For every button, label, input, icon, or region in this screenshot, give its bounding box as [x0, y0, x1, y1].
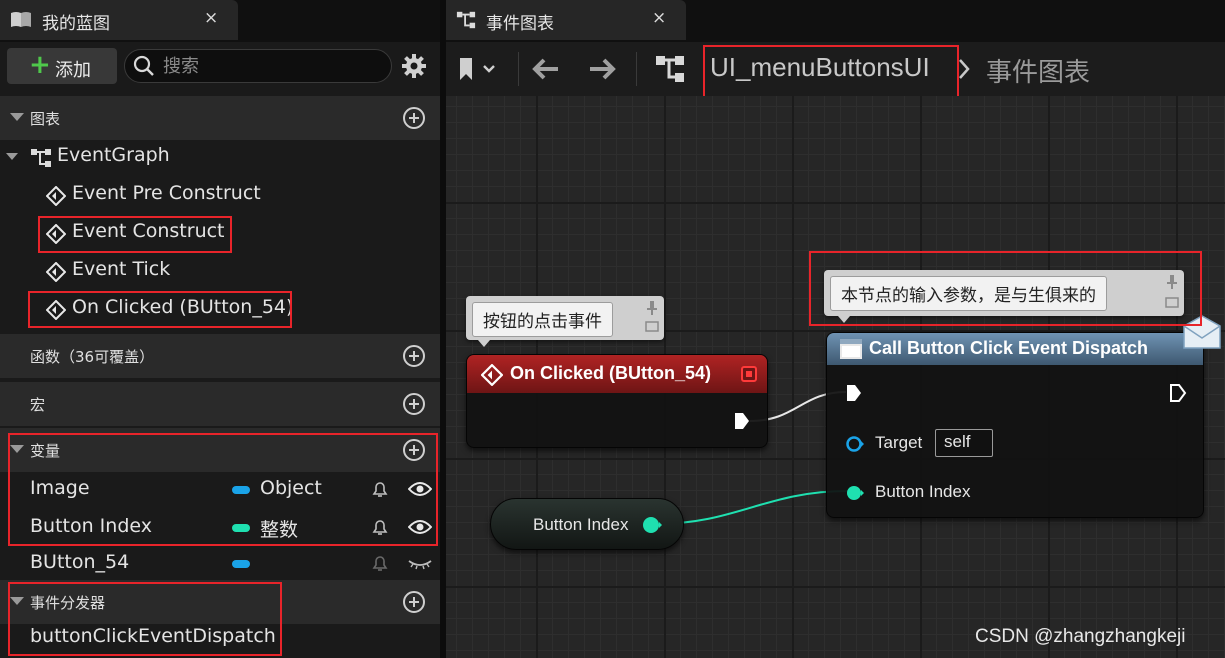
event-diamond-icon — [46, 186, 66, 206]
eye-icon[interactable] — [408, 518, 432, 536]
section-title: 函数（36可覆盖） — [30, 348, 155, 366]
left-tab-bar: 我的蓝图 × — [0, 0, 440, 42]
blueprint-toolbar: + 添加 — [0, 42, 440, 90]
tree-item-event[interactable]: Event Construct — [0, 214, 440, 252]
my-blueprint-panel: 我的蓝图 × + 添加 搜索 图表 EventGraph Event Pre C… — [0, 0, 440, 658]
close-icon[interactable]: × — [204, 8, 218, 28]
object-pin-icon[interactable] — [845, 435, 865, 453]
target-pin-label: Target — [875, 433, 923, 452]
watermark: CSDN @zhangzhangkeji — [975, 626, 1186, 647]
exec-out-pin-icon[interactable] — [733, 411, 751, 431]
comment-bubble[interactable]: 本节点的输入参数，是与生俱来的 — [824, 270, 1184, 323]
add-macro-icon[interactable] — [402, 392, 426, 416]
event-node-on-clicked[interactable]: On Clicked (BUtton_54) — [466, 354, 768, 448]
node-title: On Clicked (BUtton_54) — [510, 363, 712, 383]
tree-item-event[interactable]: Event Pre Construct — [0, 176, 440, 214]
add-button[interactable]: + 添加 — [7, 48, 117, 84]
section-title: 事件分发器 — [30, 594, 106, 612]
comment-tail — [478, 340, 490, 347]
dispatcher-row[interactable]: buttonClickEventDispatch — [0, 618, 440, 656]
collapse-arrow-icon[interactable] — [10, 113, 24, 121]
getter-label: Button Index — [533, 515, 629, 534]
tree-item-event[interactable]: On Clicked (BUtton_54) — [0, 290, 440, 328]
comment-text: 按钮的点击事件 — [472, 302, 613, 337]
section-macros[interactable]: 宏 — [0, 382, 440, 426]
variable-row[interactable]: BUtton_54 — [0, 544, 440, 582]
section-title: 变量 — [30, 442, 61, 460]
variable-getter-node[interactable]: Button Index — [490, 498, 684, 550]
plus-icon: + — [29, 50, 51, 80]
delegate-pin-icon[interactable] — [741, 366, 757, 382]
type-pill-icon — [232, 560, 250, 568]
tree-item-label: Event Construct — [72, 220, 225, 242]
type-pill-icon — [232, 524, 250, 532]
exec-out-pin-icon[interactable] — [1169, 383, 1187, 403]
event-diamond-icon — [46, 262, 66, 282]
comment-resize-icon[interactable] — [1164, 294, 1180, 310]
eye-icon[interactable] — [408, 480, 432, 498]
comment-resize-icon[interactable] — [644, 318, 660, 334]
bell-icon[interactable] — [370, 553, 390, 573]
tree-item-label: Event Tick — [72, 258, 171, 280]
section-graphs[interactable]: 图表 — [0, 96, 440, 140]
target-value: self — [944, 432, 971, 451]
target-value-field[interactable]: self — [935, 429, 993, 457]
dispatcher-name: buttonClickEventDispatch — [30, 625, 276, 647]
collapse-arrow-icon[interactable] — [10, 597, 24, 605]
comment-tail — [838, 316, 850, 323]
add-variable-icon[interactable] — [402, 438, 426, 462]
add-button-label: 添加 — [55, 60, 91, 81]
search-input[interactable] — [163, 53, 373, 79]
expand-arrow-icon[interactable] — [6, 153, 18, 160]
search-icon — [133, 55, 154, 76]
call-dispatcher-node[interactable]: Call Button Click Event Dispatch Target … — [826, 332, 1204, 518]
variable-row[interactable]: Image Object — [0, 470, 440, 508]
section-title: 图表 — [30, 110, 61, 128]
gear-icon[interactable] — [400, 52, 428, 80]
variable-type: Object — [260, 477, 322, 499]
event-diamond-icon — [481, 364, 503, 386]
section-title: 宏 — [30, 396, 46, 414]
section-variables[interactable]: 变量 — [0, 428, 440, 472]
tree-item-label: Event Pre Construct — [72, 182, 261, 204]
event-graph-editor: 事件图表 × UI_menuButtonsUI 事件图表 按钮的点击事件 本节点… — [446, 0, 1225, 658]
variable-name: Button Index — [30, 515, 152, 537]
collapse-arrow-icon[interactable] — [10, 445, 24, 453]
tab-my-blueprint[interactable]: 我的蓝图 × — [0, 0, 238, 40]
add-function-icon[interactable] — [402, 344, 426, 368]
variable-name: Image — [30, 477, 90, 499]
eye-closed-icon[interactable] — [408, 554, 432, 572]
tree-item-label: EventGraph — [57, 144, 170, 166]
event-diamond-icon — [46, 300, 66, 320]
exec-in-pin-icon[interactable] — [845, 383, 863, 403]
variable-type: 整数 — [260, 519, 299, 541]
integer-wire — [655, 490, 849, 525]
type-pill-icon — [232, 486, 250, 494]
comment-bubble[interactable]: 按钮的点击事件 — [466, 296, 664, 347]
bell-icon[interactable] — [370, 517, 390, 537]
event-graph-icon — [31, 149, 51, 167]
function-icon — [840, 339, 862, 359]
integer-pin-icon[interactable] — [641, 515, 663, 535]
section-functions[interactable]: 函数（36可覆盖） — [0, 334, 440, 378]
add-graph-icon[interactable] — [402, 106, 426, 130]
button-index-pin-label: Button Index — [875, 482, 971, 501]
tab-title: 我的蓝图 — [42, 14, 110, 34]
search-box[interactable] — [124, 49, 392, 83]
book-icon — [11, 12, 31, 27]
pin-icon[interactable] — [644, 300, 660, 316]
bell-icon[interactable] — [370, 479, 390, 499]
tree-item-event[interactable]: Event Tick — [0, 252, 440, 290]
comment-text: 本节点的输入参数，是与生俱来的 — [830, 276, 1107, 311]
pin-icon[interactable] — [1164, 274, 1180, 290]
envelope-icon — [1183, 315, 1221, 349]
variable-name: BUtton_54 — [30, 551, 130, 573]
event-diamond-icon — [46, 224, 66, 244]
add-dispatcher-icon[interactable] — [402, 590, 426, 614]
node-title: Call Button Click Event Dispatch — [869, 338, 1149, 358]
tree-item-eventgraph[interactable]: EventGraph — [0, 138, 440, 176]
variable-row[interactable]: Button Index 整数 — [0, 508, 440, 546]
tree-item-label: On Clicked (BUtton_54) — [72, 296, 294, 318]
integer-pin-icon[interactable] — [845, 484, 865, 502]
